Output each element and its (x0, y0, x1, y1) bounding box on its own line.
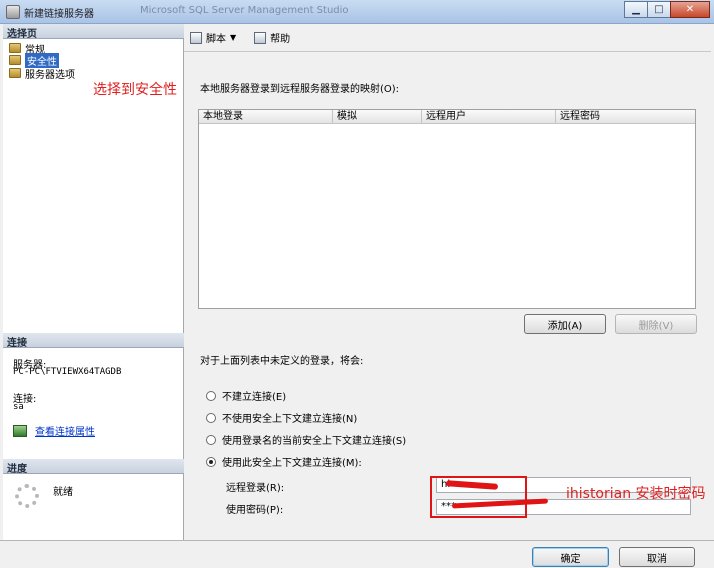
page-icon (9, 55, 21, 65)
login-mapping-grid[interactable]: 本地登录 模拟 远程用户 远程密码 (198, 109, 696, 309)
add-button[interactable]: 添加(A) (524, 314, 606, 334)
progress-header: 进度 (3, 459, 184, 475)
button-bar: 确定 取消 (0, 540, 714, 568)
highlight-box (430, 476, 527, 518)
radio-label: 不建立连接(E) (222, 392, 287, 403)
remote-login-label: 远程登录(R): (226, 483, 285, 494)
column-remote-user[interactable]: 远程用户 (422, 110, 556, 123)
page-icon (9, 43, 21, 53)
link-label: 查看连接属性 (35, 427, 95, 438)
grid-header: 本地登录 模拟 远程用户 远程密码 (199, 110, 695, 124)
page-icon (9, 68, 21, 78)
nav-item-label: 服务器选项 (25, 69, 75, 81)
view-connection-properties-link[interactable]: 查看连接属性 (13, 423, 95, 438)
window-title: 新建链接服务器 (24, 9, 94, 20)
help-button[interactable]: 帮助 (254, 30, 290, 45)
progress-spinner-icon (15, 484, 39, 508)
undefined-logins-label: 对于上面列表中未定义的登录，将会: (200, 356, 364, 367)
annotation-left: 选择到安全性 (93, 82, 177, 98)
script-button[interactable]: 脚本 ▼ (190, 30, 244, 45)
column-remote-password[interactable]: 远程密码 (556, 110, 695, 123)
ok-button[interactable]: 确定 (532, 547, 609, 567)
column-impersonate[interactable]: 模拟 (333, 110, 422, 123)
server-value: PC-PC\FTVIEWX64TAGDB (13, 367, 122, 377)
main-pane: 脚本 ▼ 帮助 本地服务器登录到远程服务器登录的映射(O): 本地登录 模拟 远… (184, 24, 711, 540)
select-page-header: 选择页 (3, 24, 184, 40)
background-window-title: Microsoft SQL Server Management Studio (140, 5, 349, 16)
connection-value: sa (13, 402, 24, 412)
connection-header: 连接 (3, 333, 184, 349)
column-local-login[interactable]: 本地登录 (199, 110, 333, 123)
radio-label: 使用登录名的当前安全上下文建立连接(S) (222, 436, 407, 447)
script-label: 脚本 (206, 34, 226, 45)
radio-this-security-context[interactable]: 使用此安全上下文建立连接(M): (206, 454, 362, 469)
status-text: 就绪 (53, 487, 73, 498)
title-bar: 新建链接服务器 Microsoft SQL Server Management … (0, 0, 714, 24)
minimize-button[interactable]: ▁ (624, 1, 648, 18)
radio-no-connection[interactable]: 不建立连接(E) (206, 388, 286, 403)
cancel-button[interactable]: 取消 (619, 547, 695, 567)
close-button[interactable]: ✕ (670, 1, 710, 18)
radio-circle[interactable] (206, 412, 216, 423)
help-label: 帮助 (270, 34, 291, 45)
nav-item-security[interactable]: 安全性 (9, 52, 59, 68)
radio-circle[interactable] (206, 390, 216, 401)
left-pane: 选择页 常规 安全性 服务器选项 连接 服务器: PC-PC\FTVIEWX64… (3, 24, 184, 540)
annotation-right: ihistorian 安装时密码 (566, 486, 706, 502)
radio-label: 使用此安全上下文建立连接(M): (222, 458, 362, 469)
app-icon (6, 5, 20, 19)
connection-properties-icon (13, 424, 27, 437)
radio-circle[interactable] (206, 434, 216, 445)
radio-current-security-context[interactable]: 使用登录名的当前安全上下文建立连接(S) (206, 432, 406, 447)
mapping-label: 本地服务器登录到远程服务器登录的映射(O): (200, 84, 400, 95)
script-icon (190, 31, 202, 44)
chevron-down-icon[interactable]: ▼ (230, 33, 236, 42)
delete-button[interactable]: 删除(V) (615, 314, 697, 334)
radio-no-security-context[interactable]: 不使用安全上下文建立连接(N) (206, 410, 357, 425)
nav-item-server-options[interactable]: 服务器选项 (9, 67, 75, 81)
maximize-button[interactable]: □ (647, 1, 671, 18)
radio-label: 不使用安全上下文建立连接(N) (222, 414, 358, 425)
help-icon (254, 31, 267, 44)
radio-circle[interactable] (206, 456, 216, 467)
password-label: 使用密码(P): (226, 505, 284, 516)
toolbar: 脚本 ▼ 帮助 (184, 24, 711, 52)
